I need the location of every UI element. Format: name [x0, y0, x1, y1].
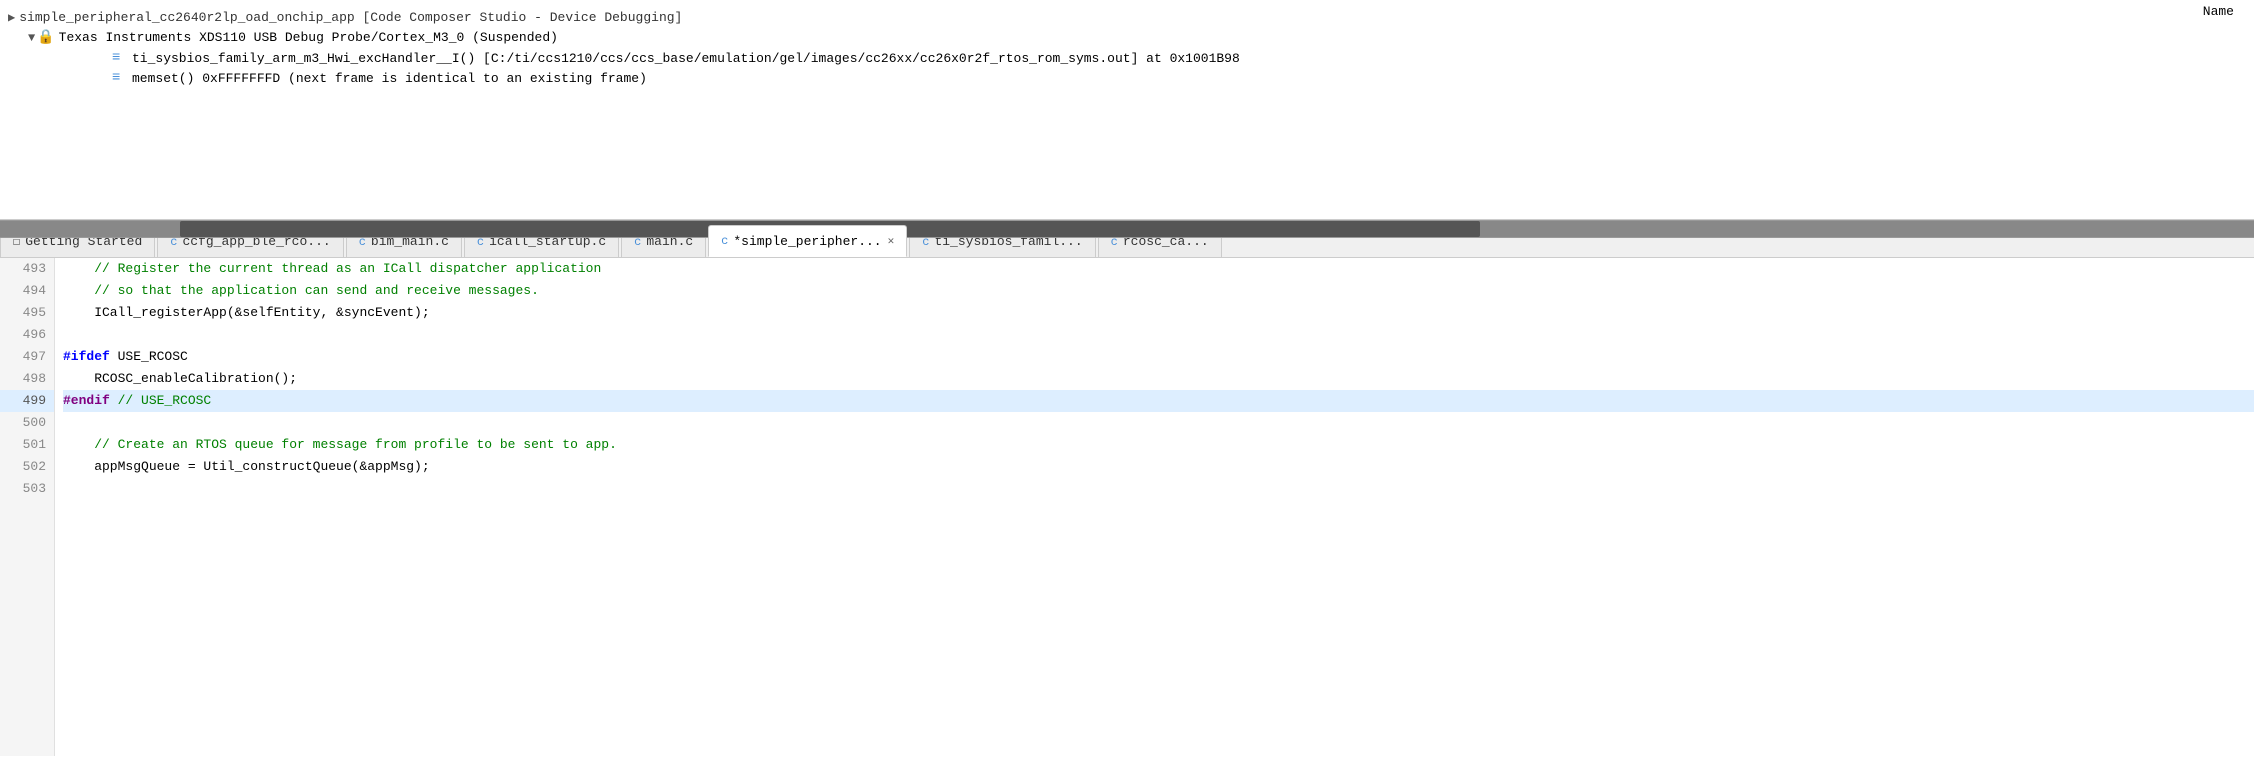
line-num-497: 497: [0, 346, 54, 368]
name-col-label: Name: [2203, 4, 2234, 19]
debug-frame2-row[interactable]: memset() 0xFFFFFFFD (next frame is ident…: [48, 68, 2246, 88]
line-num-496: 496: [0, 324, 54, 346]
code-line-495: ICall_registerApp(&selfEntity, &syncEven…: [63, 302, 2254, 324]
ifdef-kw: #ifdef: [63, 349, 110, 364]
line-num-494: 494: [0, 280, 54, 302]
lock-icon: 🔒: [37, 29, 54, 46]
code-line-498: RCOSC_enableCalibration();: [63, 368, 2254, 390]
simple-periph-icon: c: [721, 234, 728, 248]
tab-simple-periph-close[interactable]: ✕: [888, 234, 895, 248]
code-line-501: // Create an RTOS queue for message from…: [63, 434, 2254, 456]
code-content[interactable]: // Register the current thread as an ICa…: [55, 258, 2254, 756]
comment-493: // Register the current thread as an ICa…: [63, 261, 601, 276]
code-line-503: [63, 478, 2254, 500]
debug-panel: ▶ simple_peripheral_cc2640r2lp_oad_onchi…: [0, 0, 2254, 220]
tab-simple-periph[interactable]: c *simple_peripher... ✕: [708, 225, 907, 257]
code-line-500: [63, 412, 2254, 434]
frame-indicator-2: [112, 70, 128, 86]
debug-tree: ▶ simple_peripheral_cc2640r2lp_oad_onchi…: [0, 4, 2254, 92]
code-line-494: // so that the application can send and …: [63, 280, 2254, 302]
code-502: appMsgQueue = Util_constructQueue(&appMs…: [63, 459, 430, 474]
suspended-label: Texas Instruments XDS110 USB Debug Probe…: [59, 30, 558, 45]
line-num-495: 495: [0, 302, 54, 324]
frame2-label: memset() 0xFFFFFFFD (next frame is ident…: [132, 71, 647, 86]
horizontal-scrollbar[interactable]: [0, 220, 2254, 238]
frame1-label: ti_sysbios_family_arm_m3_Hwi_excHandler_…: [132, 51, 1240, 66]
comment-494: // so that the application can send and …: [63, 283, 539, 298]
debug-frame1-row[interactable]: ti_sysbios_family_arm_m3_Hwi_excHandler_…: [48, 48, 2246, 68]
code-line-493: // Register the current thread as an ICa…: [63, 258, 2254, 280]
code-line-499: #endif // USE_RCOSC: [63, 390, 2254, 412]
line-num-499: 499: [0, 390, 54, 412]
debug-suspended-row[interactable]: ▼ 🔒 Texas Instruments XDS110 USB Debug P…: [28, 27, 2246, 48]
line-num-500: 500: [0, 412, 54, 434]
comment-501: // Create an RTOS queue for message from…: [63, 437, 617, 452]
code-line-496: [63, 324, 2254, 346]
line-num-503: 503: [0, 478, 54, 500]
line-numbers: 493 494 495 496 497 498 499 500 501 502 …: [0, 258, 55, 756]
code-line-502: appMsgQueue = Util_constructQueue(&appMs…: [63, 456, 2254, 478]
line-num-498: 498: [0, 368, 54, 390]
comment-499: // USE_RCOSC: [110, 393, 211, 408]
code-editor: 493 494 495 496 497 498 499 500 501 502 …: [0, 258, 2254, 756]
debug-root-row[interactable]: ▶ simple_peripheral_cc2640r2lp_oad_onchi…: [8, 8, 2246, 27]
frame-indicator-1: [112, 50, 128, 66]
debug-root-label: simple_peripheral_cc2640r2lp_oad_onchip_…: [19, 10, 682, 25]
line-num-493: 493: [0, 258, 54, 280]
endif-kw: #endif: [63, 393, 110, 408]
tab-simple-periph-label: *simple_peripher...: [733, 234, 881, 249]
code-line-497: #ifdef USE_RCOSC: [63, 346, 2254, 368]
expand-icon-suspended[interactable]: ▼: [28, 31, 35, 45]
code-498: RCOSC_enableCalibration();: [63, 371, 297, 386]
code-495: ICall_registerApp(&selfEntity, &syncEven…: [63, 305, 430, 320]
line-num-502: 502: [0, 456, 54, 478]
line-num-501: 501: [0, 434, 54, 456]
expand-icon[interactable]: ▶: [8, 10, 15, 25]
code-497: USE_RCOSC: [110, 349, 188, 364]
